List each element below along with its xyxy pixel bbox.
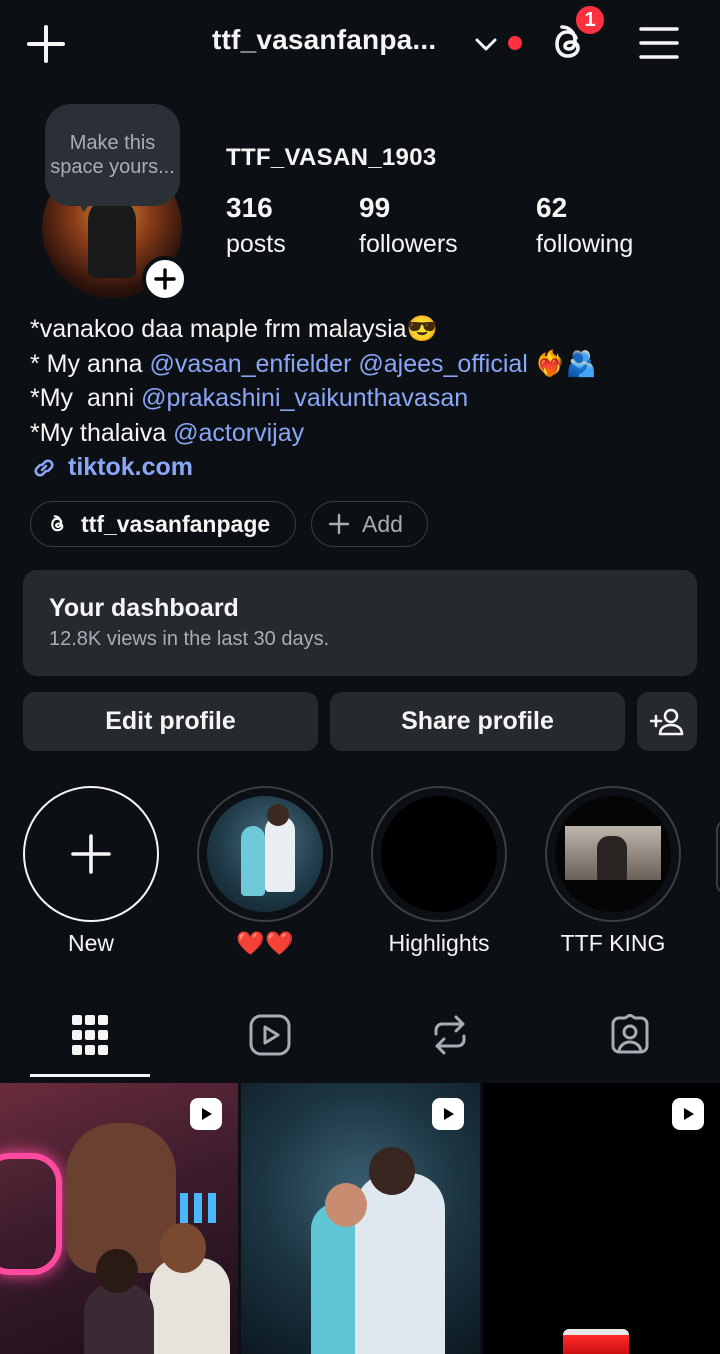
grid-post[interactable] bbox=[483, 1083, 720, 1354]
highlight-label: ❤️❤️ bbox=[236, 930, 294, 956]
mention-link[interactable]: @vasan_enfielder bbox=[150, 350, 352, 378]
highlight-peek bbox=[716, 820, 720, 894]
stat-posts[interactable]: 316 posts bbox=[226, 192, 286, 259]
threads-chip-label: ttf_vasanfanpage bbox=[81, 510, 271, 537]
bio-emoji: ❤️‍🔥🫂 bbox=[534, 349, 598, 378]
chevron-down-icon[interactable] bbox=[472, 30, 500, 58]
reels-icon bbox=[249, 1014, 291, 1056]
profile-name: TTF_VASAN_1903 bbox=[226, 144, 437, 171]
stat-value: 316 bbox=[226, 192, 273, 223]
stat-value: 62 bbox=[536, 192, 568, 223]
discover-people-button[interactable] bbox=[637, 692, 697, 751]
tab-tagged[interactable] bbox=[570, 1002, 690, 1068]
highlight-label: TTF KING bbox=[560, 930, 666, 956]
threads-profile-chip[interactable]: ttf_vasanfanpage bbox=[30, 501, 296, 547]
highlight-hearts[interactable]: ❤️❤️ bbox=[195, 786, 335, 957]
stat-following[interactable]: 62 following bbox=[536, 192, 633, 259]
grid-icon bbox=[72, 1015, 108, 1055]
highlight-highlights[interactable]: Highlights bbox=[369, 786, 509, 957]
stat-label: followers bbox=[359, 230, 458, 258]
plus-icon bbox=[71, 834, 111, 874]
mention-link[interactable]: @prakashini_vaikunthavasan bbox=[141, 384, 468, 412]
highlight-ring bbox=[371, 786, 507, 922]
top-bar: ttf_vasanfanpa... 1 bbox=[0, 0, 720, 90]
grid-post[interactable] bbox=[241, 1083, 480, 1354]
bio-text: *My thalaiva bbox=[30, 418, 174, 447]
highlight-ttf-king[interactable]: TTF KING bbox=[543, 786, 683, 957]
tab-grid[interactable] bbox=[30, 1002, 150, 1068]
hamburger-menu-icon[interactable] bbox=[638, 24, 680, 62]
unread-dot bbox=[508, 36, 522, 50]
profile-bio: *vanakoo daa maple frm malaysia😎 * My an… bbox=[30, 312, 597, 450]
bio-text: *My anni bbox=[30, 384, 142, 412]
highlight-cover bbox=[207, 796, 323, 912]
play-icon bbox=[432, 1098, 464, 1130]
dashboard-card[interactable]: Your dashboard 12.8K views in the last 3… bbox=[23, 570, 697, 676]
highlight-ring bbox=[197, 786, 333, 922]
stat-followers[interactable]: 99 followers bbox=[359, 192, 458, 259]
dashboard-title: Your dashboard bbox=[49, 594, 239, 622]
plus-icon bbox=[328, 513, 350, 535]
highlight-cover bbox=[381, 796, 497, 912]
stat-label: following bbox=[536, 230, 634, 258]
highlight-ring bbox=[545, 786, 681, 922]
note-bubble[interactable]: Make this space yours... bbox=[45, 104, 180, 206]
stat-value: 99 bbox=[359, 192, 391, 223]
add-story-button[interactable] bbox=[142, 256, 188, 302]
bio-line: *My thalaiva @actorvijay bbox=[30, 416, 597, 451]
dashboard-subtitle: 12.8K views in the last 30 days. bbox=[49, 628, 330, 650]
add-user-icon bbox=[650, 708, 684, 735]
add-link-chip[interactable]: Add bbox=[311, 501, 428, 547]
grid-post[interactable] bbox=[0, 1083, 238, 1354]
notification-badge: 1 bbox=[574, 4, 606, 36]
active-tab-indicator bbox=[30, 1074, 150, 1077]
bio-line: *My anni @prakashini_vaikunthavasan bbox=[30, 381, 597, 416]
bio-link[interactable]: tiktok.com bbox=[30, 453, 193, 482]
tagged-icon bbox=[611, 1014, 649, 1054]
play-icon bbox=[672, 1098, 704, 1130]
plus-icon bbox=[154, 268, 176, 290]
highlight-cover bbox=[555, 796, 671, 912]
add-chip-label: Add bbox=[362, 510, 403, 537]
mention-link[interactable]: @actorvijay bbox=[173, 419, 304, 447]
bio-text: * My anna bbox=[30, 349, 150, 378]
bio-line: *vanakoo daa maple frm malaysia😎 bbox=[30, 315, 438, 343]
note-bubble-tail bbox=[76, 200, 92, 212]
plus-icon[interactable] bbox=[24, 22, 68, 66]
link-icon bbox=[34, 458, 54, 477]
share-profile-button[interactable]: Share profile bbox=[330, 692, 625, 751]
play-icon bbox=[190, 1098, 222, 1130]
highlight-ring bbox=[23, 786, 159, 922]
tab-reposts[interactable] bbox=[390, 1002, 510, 1068]
threads-icon bbox=[51, 515, 64, 532]
highlight-new[interactable]: New bbox=[21, 786, 161, 957]
bio-link-text: tiktok.com bbox=[68, 453, 194, 481]
avatar-figure bbox=[88, 198, 136, 278]
repost-icon bbox=[434, 1015, 466, 1055]
bio-line: * My anna @vasan_enfielder @ajees_offici… bbox=[30, 347, 597, 382]
account-switcher-username[interactable]: ttf_vasanfanpa... bbox=[212, 24, 436, 56]
profile-tab-bar bbox=[0, 1002, 720, 1078]
highlight-label: New bbox=[67, 930, 114, 956]
highlight-label: Highlights bbox=[388, 930, 490, 956]
edit-profile-button[interactable]: Edit profile bbox=[23, 692, 318, 751]
tab-reels[interactable] bbox=[210, 1002, 330, 1068]
stat-label: posts bbox=[226, 230, 286, 258]
mention-link[interactable]: @ajees_official bbox=[358, 350, 527, 378]
